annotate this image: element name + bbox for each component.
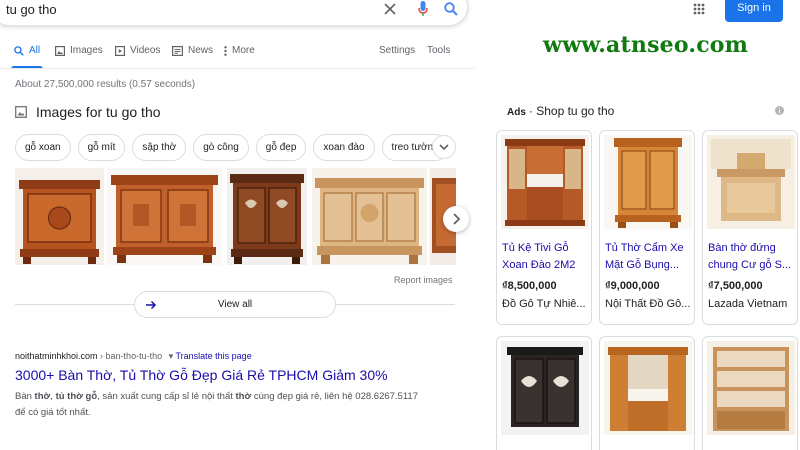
image-result[interactable] (312, 168, 427, 265)
more-dots-icon (224, 45, 227, 56)
image-icon (55, 45, 65, 56)
product-title: Tủ Thờ Cẩm Xe Mặt Gỗ Bụng... (605, 240, 693, 274)
tools-link[interactable]: Tools (427, 45, 450, 56)
microphone-icon[interactable] (418, 1, 428, 17)
chips-expand-button[interactable] (432, 135, 456, 159)
chip-go-xoan[interactable]: gỗ xoan (15, 134, 71, 161)
search-box[interactable]: tu go tho (0, 0, 468, 26)
snippet-text: để có giá tốt nhất. (15, 407, 91, 418)
result-snippet: Bàn thờ, tủ thờ gỗ, sản xuất cung cấp sỉ… (15, 389, 435, 421)
info-icon[interactable] (775, 106, 784, 115)
search-icon (14, 45, 24, 56)
chip-go-mit[interactable]: gỗ mít (77, 134, 126, 161)
view-all-button[interactable]: View all (134, 291, 336, 318)
product-card[interactable]: Tủ Kệ Tivi Gỗ Xoan Đào 2M2 ₫8,500,000 Đồ… (496, 130, 592, 325)
chip-go-dep[interactable]: gỗ đẹp (255, 134, 307, 161)
settings-link[interactable]: Settings (379, 45, 415, 56)
product-title-line: chung Cư gỗ S... (708, 259, 792, 271)
refinement-chips: gỗ xoan gỗ mít sập thờ gò công gỗ đẹp xo… (15, 134, 449, 161)
product-seller: Lazada Vietnam (708, 298, 788, 310)
tab-label: Videos (130, 45, 161, 56)
product-card[interactable]: Tủ Thờ Cẩm Xe Mặt Gỗ Bụng... ₫9,000,000 … (599, 130, 695, 325)
tab-label: More (232, 45, 255, 56)
chip-xoan-dao[interactable]: xoan đào (313, 134, 375, 161)
tab-all[interactable]: All (14, 45, 40, 56)
product-card[interactable] (599, 336, 695, 450)
view-all-label: View all (217, 299, 253, 310)
tab-label: News (188, 45, 214, 56)
result-breadcrumb: › ban-tho-tu-tho (97, 351, 163, 361)
product-title-line: Tủ Thờ Cẩm Xe (605, 242, 684, 254)
next-result-partial (15, 443, 245, 449)
images-section-heading: Images for tu go tho (15, 104, 161, 120)
image-result[interactable] (15, 168, 104, 265)
snippet-text: cúng đẹp giá rẻ, liên hệ 028.6267.5117 (251, 391, 418, 402)
image-result[interactable] (107, 168, 222, 265)
report-images-link[interactable]: Report images (394, 275, 453, 285)
tab-images[interactable]: Images (55, 45, 103, 56)
tabs-divider (0, 68, 475, 69)
snippet-bold: thờ (235, 391, 252, 402)
product-price: ₫8,500,000 (502, 280, 557, 292)
result-stats: About 27,500,000 results (0.57 seconds) (15, 79, 196, 90)
product-image (707, 341, 795, 435)
snippet-bold: tủ thờ gỗ (55, 391, 98, 402)
video-icon (115, 45, 125, 56)
clear-icon[interactable] (384, 3, 396, 15)
snippet-bold: thờ (34, 391, 51, 402)
translate-link[interactable]: Translate this page (175, 351, 251, 361)
chip-go-cong[interactable]: gò công (193, 134, 249, 161)
product-title-line: Bàn thờ đứng (708, 242, 776, 254)
shopping-ads-heading: Ads · Shop tu go tho (507, 104, 614, 118)
snippet-text: , sản xuất cung cấp sỉ lẻ nội thất (97, 391, 236, 402)
ads-label: Ads (507, 107, 526, 118)
result-title-link[interactable]: 3000+ Bàn Thờ, Tủ Thờ Gỗ Đẹp Giá Rẻ TPHC… (15, 367, 388, 383)
image-icon (15, 106, 27, 118)
product-title: Tủ Kệ Tivi Gỗ Xoan Đào 2M2 (502, 240, 590, 274)
tab-news[interactable]: News (172, 45, 213, 56)
product-title-line: Tủ Kệ Tivi Gỗ (502, 242, 569, 254)
product-image (501, 135, 589, 229)
product-title-line: Mặt Gỗ Bụng... (605, 259, 679, 271)
chevron-down-icon (439, 144, 449, 151)
product-image (501, 341, 589, 435)
chevron-right-icon (453, 213, 461, 225)
image-result[interactable] (227, 168, 307, 265)
search-input[interactable]: tu go tho (6, 2, 57, 17)
chip-sap-tho[interactable]: sập thờ (132, 134, 187, 161)
product-title: Bàn thờ đứng chung Cư gỗ S... (708, 240, 796, 274)
images-next-button[interactable] (443, 206, 469, 232)
product-price: ₫9,000,000 (605, 280, 660, 292)
result-domain: noithatminhkhoi.com (15, 351, 98, 361)
news-icon (172, 45, 183, 56)
product-seller: Nội Thất Đồ Gỗ... (605, 298, 691, 310)
caret-down-icon[interactable]: ▾ (169, 351, 174, 361)
shop-title: · Shop tu go tho (528, 104, 615, 118)
images-heading-text: Images for tu go tho (36, 104, 161, 120)
product-card[interactable] (496, 336, 592, 450)
tab-label: All (29, 45, 41, 56)
search-icon[interactable] (444, 2, 458, 16)
tab-videos[interactable]: Videos (115, 45, 160, 56)
settings-label: Settings (379, 45, 416, 56)
tab-more[interactable]: More (224, 45, 255, 56)
product-image (604, 135, 692, 229)
apps-grid-icon[interactable] (693, 3, 705, 15)
sign-in-button[interactable]: Sign in (725, 0, 783, 22)
tools-label: Tools (427, 45, 451, 56)
tab-label: Images (70, 45, 103, 56)
product-seller: Đồ Gỗ Tự Nhiê... (502, 298, 586, 310)
product-image (604, 341, 692, 435)
product-card[interactable] (702, 336, 798, 450)
product-card[interactable]: Bàn thờ đứng chung Cư gỗ S... ₫7,500,000… (702, 130, 798, 325)
product-price: ₫7,500,000 (708, 280, 763, 292)
snippet-text: Bàn (15, 391, 35, 402)
watermark: www.atnseo.com (543, 32, 749, 58)
result-url: noithatminhkhoi.com › ban-tho-tu-tho ▾ T… (15, 351, 252, 362)
product-title-line: Xoan Đào 2M2 (502, 259, 576, 271)
product-image (707, 135, 795, 229)
